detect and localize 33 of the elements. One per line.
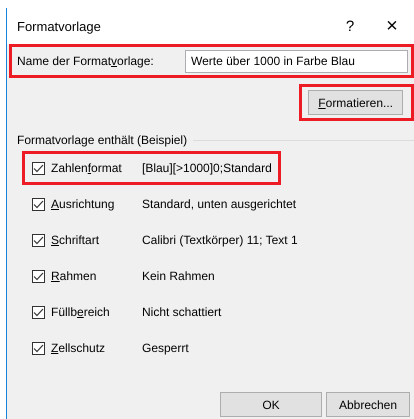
checkbox[interactable]	[32, 306, 45, 318]
setting-value: Gesperrt	[142, 341, 189, 355]
input-field[interactable]: Werte über 1000 in Farbe Blau	[185, 50, 408, 72]
setting-value: Calibri (Textkörper) 11; Text 1	[142, 233, 298, 247]
checkbox-label[interactable]: Schriftart	[51, 233, 142, 247]
help-button[interactable]: ?	[330, 18, 370, 34]
close-button[interactable]: ×	[370, 14, 414, 38]
setting-value: [Blau][>1000]0;Standard	[142, 161, 272, 175]
checkbox[interactable]	[32, 198, 45, 210]
window-title: Formatvorlage	[17, 18, 102, 34]
setting-value: Nicht schattiert	[142, 305, 222, 319]
setting-value: Standard, unten ausgerichtet	[142, 197, 296, 211]
group-title: Formatvorlage enthält (Beispiel)	[17, 133, 188, 147]
name-label: Name der Formatvorlage:	[17, 54, 155, 68]
dialog-button[interactable]: Abbrechen	[326, 392, 410, 417]
checkbox[interactable]	[32, 162, 45, 174]
dialog-button[interactable]: OK	[220, 392, 322, 417]
checkbox[interactable]	[32, 234, 45, 246]
format-button[interactable]: Formatieren...	[308, 90, 403, 115]
checkbox-label[interactable]: Ausrichtung	[51, 197, 142, 211]
checkbox-label[interactable]: Füllbereich	[51, 305, 142, 319]
checkmark-icon	[33, 164, 44, 172]
checkmark-icon	[33, 272, 44, 280]
checkbox[interactable]	[32, 270, 45, 282]
checkbox-label[interactable]: Zahlenformat	[51, 161, 142, 175]
checkbox-label[interactable]: Zellschutz	[51, 341, 142, 355]
checkbox-label[interactable]: Rahmen	[51, 269, 142, 283]
checkmark-icon	[33, 236, 44, 244]
checkmark-icon	[33, 308, 44, 316]
setting-value: Kein Rahmen	[142, 269, 215, 283]
checkmark-icon	[33, 344, 44, 352]
checkbox[interactable]	[32, 342, 45, 354]
checkmark-icon	[33, 200, 44, 208]
